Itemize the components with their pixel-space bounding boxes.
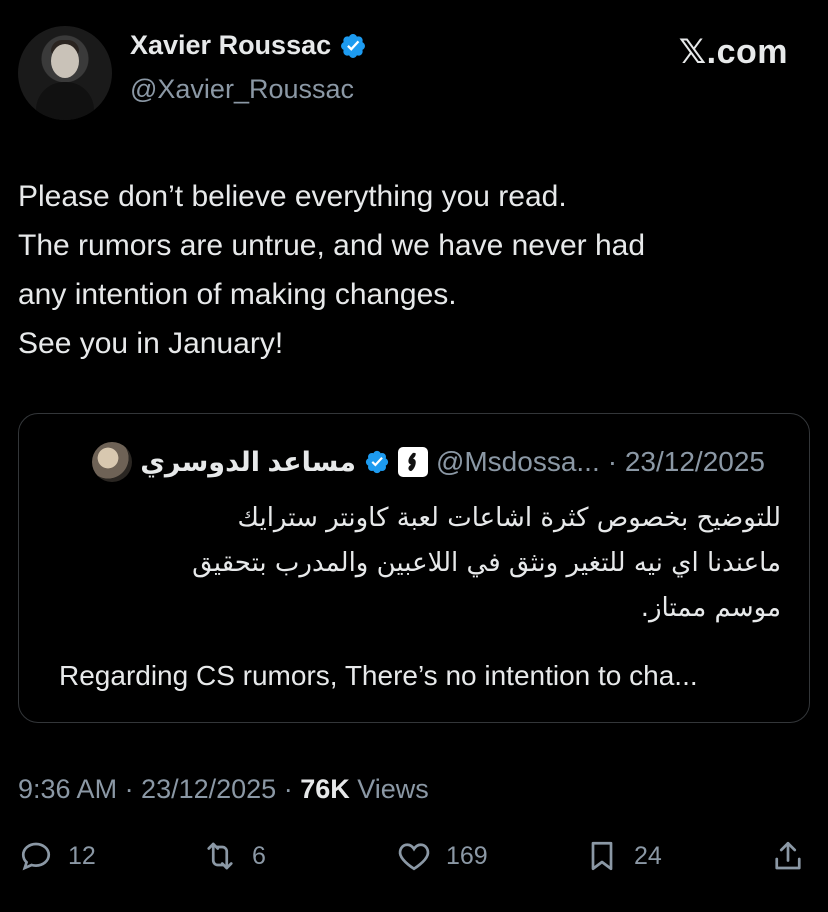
- like-count: 169: [446, 841, 488, 870]
- reply-count: 12: [68, 841, 96, 870]
- tweet-line: See you in January!: [18, 327, 284, 360]
- bookmark-icon: [591, 841, 613, 871]
- reply-icon: [21, 842, 51, 871]
- quoted-tweet-header: مساعد الدوسري @Msdossa... · 23/12/2025: [92, 442, 765, 482]
- author-avatar[interactable]: [18, 26, 112, 120]
- affiliate-badge-icon: [397, 447, 428, 477]
- quoted-author-name[interactable]: مساعد الدوسري: [140, 447, 356, 478]
- verified-badge-icon: [365, 450, 389, 474]
- repost-count: 6: [252, 841, 266, 870]
- tweet-line: Please don’t believe everything you read…: [18, 180, 567, 213]
- repost-button[interactable]: 6: [202, 838, 266, 874]
- views-label: Views: [349, 774, 429, 804]
- tweet-actions: 12 6 169 24: [18, 838, 810, 888]
- tweet-timestamp[interactable]: 9:36 AM · 23/12/2025 ·: [18, 774, 300, 804]
- bookmark-button[interactable]: 24: [584, 838, 662, 874]
- bookmark-count: 24: [634, 841, 662, 870]
- author-name[interactable]: Xavier Roussac: [130, 30, 331, 61]
- tweet-line: any intention of making changes.: [18, 278, 457, 311]
- tweet-body: Please don’t believe everything you read…: [18, 172, 808, 368]
- share-button[interactable]: [770, 838, 806, 874]
- reply-button[interactable]: 12: [18, 838, 96, 874]
- tweet-header: Xavier Roussac @Xavier_Roussac 𝕏.com: [18, 22, 810, 122]
- like-button[interactable]: 169: [396, 838, 488, 874]
- tweet-meta: 9:36 AM · 23/12/2025 · 76K Views: [18, 774, 429, 805]
- quoted-tweet-arabic-text: للتوضيح بخصوص كثرة اشاعات لعبة كاونتر ست…: [41, 496, 781, 631]
- tweet-line: The rumors are untrue, and we have never…: [18, 229, 646, 262]
- views-count: 76K: [300, 774, 350, 804]
- quoted-tweet-english-text: Regarding CS rumors, There’s no intentio…: [59, 660, 698, 691]
- quoted-tweet[interactable]: مساعد الدوسري @Msdossa... · 23/12/2025 ل…: [18, 413, 810, 723]
- quoted-tweet-date: · 23/12/2025: [607, 446, 765, 477]
- repost-icon: [207, 842, 233, 870]
- quoted-arabic-line: موسم ممتاز.: [640, 593, 781, 623]
- quoted-arabic-line: ماعندنا اي نيه للتغير ونثق في اللاعبين و…: [192, 548, 781, 578]
- quoted-author-handle[interactable]: @Msdossa...: [436, 446, 600, 478]
- verified-badge-icon: [341, 33, 366, 58]
- author-handle[interactable]: @Xavier_Roussac: [130, 74, 354, 105]
- author-name-row: Xavier Roussac: [130, 30, 367, 61]
- quoted-arabic-line: للتوضيح بخصوص كثرة اشاعات لعبة كاونتر ست…: [237, 503, 781, 533]
- like-icon: [398, 843, 430, 871]
- share-icon: [775, 841, 801, 870]
- quoted-author-avatar[interactable]: [92, 442, 133, 482]
- x-logo: 𝕏.com: [678, 33, 788, 71]
